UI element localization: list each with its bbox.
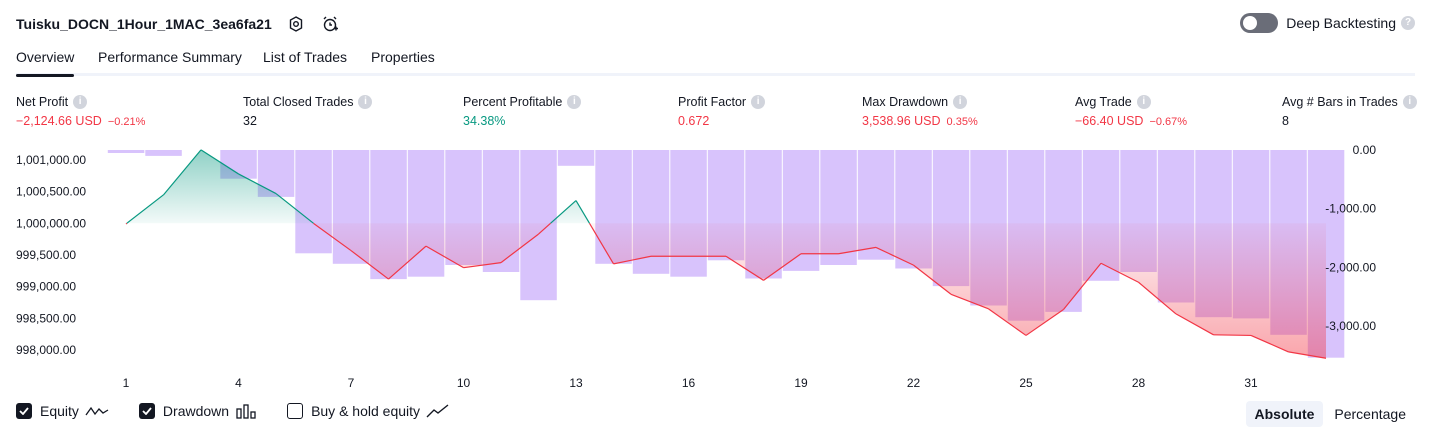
equity-drawdown-chart[interactable]: 1,001,000.00 1,000,500.00 1,000,000.00 999,…	[0, 140, 1431, 395]
metric-percent-profitable: Percent Profitable i 34.38%	[463, 94, 582, 128]
legend-label: Drawdown	[162, 403, 230, 419]
checkbox-unchecked-icon[interactable]	[287, 403, 304, 419]
drawdown-bar	[295, 150, 332, 254]
metric-max-drawdown: Max Drawdown i 3,538.96 USD 0.35%	[862, 94, 978, 128]
x-axis-tick-label: 28	[1132, 376, 1146, 390]
metric-label: Avg # Bars in Trades	[1282, 95, 1398, 109]
info-icon[interactable]: i	[1402, 95, 1417, 109]
metric-label: Max Drawdown	[862, 95, 949, 109]
buy-hold-line-icon	[426, 403, 450, 419]
info-icon[interactable]: i	[567, 95, 582, 109]
add-alert-icon[interactable]	[320, 14, 340, 34]
metric-label: Net Profit	[16, 95, 69, 109]
x-axis-tick-label: 25	[1019, 376, 1033, 390]
mode-absolute-button[interactable]: Absolute	[1245, 401, 1324, 427]
chart-legend: Equity Drawdown Buy & hold equity	[16, 403, 480, 419]
x-axis-tick-label: 1	[123, 376, 130, 390]
strategy-title: Tuisku_DOCN_1Hour_1MAC_3ea6fa21	[16, 16, 272, 32]
info-icon[interactable]: i	[1136, 95, 1151, 109]
right-axis-tick-label: 0.00	[1353, 143, 1377, 157]
tab-bar: Overview Performance Summary List of Tra…	[16, 47, 1415, 77]
help-icon[interactable]: ?	[1401, 16, 1415, 30]
settings-icon[interactable]	[286, 14, 306, 34]
left-axis-tick-label: 999,500.00	[16, 248, 76, 262]
metric-label: Avg Trade	[1075, 95, 1132, 109]
metric-net-profit: Net Profit i −2,124.66 USD −0.21%	[16, 94, 145, 128]
left-axis-tick-label: 1,000,500.00	[16, 185, 86, 199]
legend-label: Buy & hold equity	[311, 403, 421, 419]
toggle-knob	[1243, 16, 1258, 30]
deep-backtesting-control: Deep Backtesting ?	[1240, 13, 1415, 33]
drawdown-bar	[145, 150, 182, 156]
x-axis-tick-label: 4	[235, 376, 242, 390]
x-axis-tick-label: 7	[348, 376, 355, 390]
tab-list-of-trades[interactable]: List of Trades	[263, 49, 347, 73]
metric-label: Percent Profitable	[463, 95, 563, 109]
legend-buy-hold[interactable]: Buy & hold equity	[287, 403, 450, 419]
left-axis-tick-label: 1,000,000.00	[16, 216, 86, 230]
right-axis-tick-label: -1,000.00	[1325, 202, 1376, 216]
info-icon[interactable]: i	[953, 95, 968, 109]
legend-equity[interactable]: Equity	[16, 403, 109, 419]
drawdown-bar	[670, 150, 707, 277]
left-axis-tick-label: 999,000.00	[16, 280, 76, 294]
metric-value: 8	[1282, 114, 1289, 128]
drawdown-bar	[107, 150, 145, 153]
x-axis-tick-label: 19	[794, 376, 808, 390]
legend-label: Equity	[40, 403, 79, 419]
info-icon[interactable]: i	[358, 95, 373, 109]
deep-backtesting-toggle[interactable]	[1240, 13, 1279, 33]
x-axis-tick-label: 16	[682, 376, 696, 390]
metric-sub: −0.67%	[1149, 116, 1188, 128]
metric-value: 0.672	[678, 114, 710, 128]
display-mode-switch: Absolute Percentage	[1244, 401, 1416, 427]
mode-percentage-button[interactable]: Percentage	[1325, 401, 1415, 427]
metric-value: 32	[243, 114, 257, 128]
metric-profit-factor: Profit Factor i 0.672	[678, 94, 766, 128]
right-axis-tick-label: -3,000.00	[1325, 319, 1376, 333]
metric-sub: −0.21%	[107, 116, 146, 128]
x-axis-tick-label: 10	[457, 376, 471, 390]
checkbox-checked-icon[interactable]	[16, 403, 32, 419]
x-axis-tick-label: 22	[907, 376, 921, 390]
equity-line-icon	[85, 403, 109, 419]
metric-value: 34.38%	[463, 114, 506, 128]
tab-overview[interactable]: Overview	[16, 49, 75, 77]
tab-properties[interactable]: Properties	[371, 49, 435, 73]
metric-sub: 0.35%	[946, 116, 978, 128]
metric-value: −66.40 USD	[1075, 114, 1144, 128]
equity-line-segment	[1213, 334, 1252, 337]
metric-label: Profit Factor	[678, 95, 747, 109]
metric-value: −2,124.66 USD	[16, 114, 102, 128]
left-axis-tick-label: 998,500.00	[16, 311, 76, 325]
drawdown-bars-icon	[235, 403, 257, 419]
tab-performance-summary[interactable]: Performance Summary	[98, 49, 242, 73]
left-axis-tick-label: 998,000.00	[16, 343, 76, 357]
equity-line-segment	[125, 222, 128, 225]
checkbox-checked-icon[interactable]	[138, 403, 155, 419]
info-icon[interactable]: i	[751, 95, 766, 109]
right-axis-tick-label: -2,000.00	[1325, 260, 1376, 274]
x-axis-tick-label: 31	[1244, 376, 1258, 390]
info-icon[interactable]: i	[73, 95, 88, 109]
metric-avg-bars-in-trades: Avg # Bars in Trades i 8	[1282, 94, 1417, 128]
left-axis-tick-label: 1,001,000.00	[16, 153, 86, 167]
deep-backtesting-label: Deep Backtesting	[1286, 15, 1396, 31]
metric-label: Total Closed Trades	[243, 95, 354, 109]
metric-avg-trade: Avg Trade i −66.40 USD −0.67%	[1075, 94, 1187, 128]
x-axis-tick-label: 13	[569, 376, 583, 390]
metric-total-closed-trades: Total Closed Trades i 32	[243, 94, 373, 128]
legend-drawdown[interactable]: Drawdown	[138, 403, 257, 419]
report-header: Tuisku_DOCN_1Hour_1MAC_3ea6fa21	[16, 12, 340, 36]
drawdown-bar	[557, 150, 595, 166]
metric-value: 3,538.96 USD	[862, 114, 941, 128]
